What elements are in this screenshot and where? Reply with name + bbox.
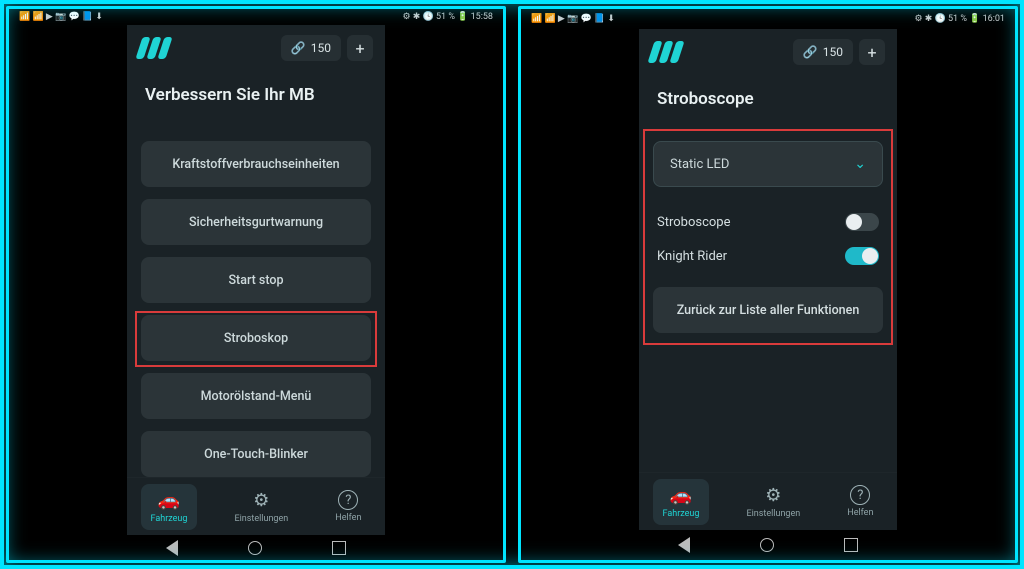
status-bar: 📶 📶 ▶ 📷 💬 📘 ⬇ ⚙ ✱ 🕓 51 % 🔋 16:01 xyxy=(521,9,1015,29)
status-left: 📶 📶 ▶ 📷 💬 📘 ⬇ xyxy=(531,14,615,24)
page-title: Verbessern Sie Ihr MB xyxy=(127,71,385,121)
page-title: Stroboscope xyxy=(639,75,897,125)
toggle-label: Knight Rider xyxy=(657,249,727,264)
list-item-stroboskop[interactable]: Stroboskop xyxy=(141,315,371,361)
nav-label: Einstellungen xyxy=(234,514,288,524)
app-column: 🔗 150 + Verbessern Sie Ihr MB Kraftstoff… xyxy=(127,25,385,535)
status-right: ⚙ ✱ 🕓 51 % 🔋 16:01 xyxy=(914,14,1005,24)
status-right: ⚙ ✱ 🕓 51 % 🔋 15:58 xyxy=(402,12,493,22)
recents-icon[interactable] xyxy=(844,538,858,552)
app-area: 🔗 150 + Verbessern Sie Ihr MB Kraftstoff… xyxy=(9,25,503,535)
back-to-list-button[interactable]: Zurück zur Liste aller Funktionen xyxy=(653,287,883,333)
list-item[interactable]: Sicherheitsgurtwarnung xyxy=(141,199,371,245)
android-system-bar xyxy=(521,530,1015,560)
bottom-nav: 🚗 Fahrzeug ⚙ Einstellungen ? Helfen xyxy=(639,472,897,530)
settings-panel: Static LED ⌄ Stroboscope Knight Rider Zu… xyxy=(639,125,897,472)
nav-vehicle[interactable]: 🚗 Fahrzeug xyxy=(653,479,710,525)
list-item[interactable]: Kraftstoffverbrauchseinheiten xyxy=(141,141,371,187)
home-icon[interactable] xyxy=(760,538,774,552)
nav-settings[interactable]: ⚙ Einstellungen xyxy=(224,484,298,530)
nav-help[interactable]: ? Helfen xyxy=(837,479,883,524)
add-button[interactable]: + xyxy=(347,35,373,61)
toggle-label: Stroboscope xyxy=(657,215,731,230)
bottom-nav: 🚗 Fahrzeug ⚙ Einstellungen ? Helfen xyxy=(127,477,385,535)
gear-icon: ⚙ xyxy=(765,485,781,506)
nav-label: Fahrzeug xyxy=(663,509,700,519)
toggle-row-knight-rider: Knight Rider xyxy=(653,239,883,273)
credits-value: 150 xyxy=(311,41,331,55)
back-icon[interactable] xyxy=(166,540,178,556)
credits-value: 150 xyxy=(823,45,843,59)
toggle-row-stroboscope: Stroboscope xyxy=(653,205,883,239)
app-area: 🔗 150 + Stroboscope Static LED ⌄ Strobos… xyxy=(521,29,1015,530)
status-left: 📶 📶 ▶ 📷 💬 📘 ⬇ xyxy=(19,12,103,22)
home-icon[interactable] xyxy=(248,541,262,555)
app-logo-icon xyxy=(651,41,681,63)
phone-left: 📶 📶 ▶ 📷 💬 📘 ⬇ ⚙ ✱ 🕓 51 % 🔋 15:58 🔗 150 +… xyxy=(6,6,506,563)
toggle-stroboscope[interactable] xyxy=(845,213,879,231)
nav-vehicle[interactable]: 🚗 Fahrzeug xyxy=(141,484,198,530)
toggle-knight-rider[interactable] xyxy=(845,247,879,265)
header-bar: 🔗 150 + xyxy=(127,25,385,71)
car-icon: 🚗 xyxy=(158,490,180,511)
list-item[interactable]: One-Touch-Blinker xyxy=(141,431,371,477)
car-icon: 🚗 xyxy=(670,485,692,506)
add-button[interactable]: + xyxy=(859,39,885,65)
nav-label: Helfen xyxy=(335,513,361,523)
app-logo-icon xyxy=(139,37,169,59)
nav-label: Einstellungen xyxy=(746,509,800,519)
link-icon: 🔗 xyxy=(291,41,306,55)
nav-label: Fahrzeug xyxy=(151,514,188,524)
recents-icon[interactable] xyxy=(332,541,346,555)
chevron-down-icon: ⌄ xyxy=(854,156,866,172)
function-list: Kraftstoffverbrauchseinheiten Sicherheit… xyxy=(127,121,385,477)
credits-chip[interactable]: 🔗 150 xyxy=(793,39,853,65)
credits-chip[interactable]: 🔗 150 xyxy=(281,35,341,61)
list-item[interactable]: Start stop xyxy=(141,257,371,303)
mode-dropdown[interactable]: Static LED ⌄ xyxy=(653,141,883,187)
gear-icon: ⚙ xyxy=(253,490,269,511)
dropdown-value: Static LED xyxy=(670,157,729,172)
help-icon: ? xyxy=(850,485,870,505)
phone-right: 📶 📶 ▶ 📷 💬 📘 ⬇ ⚙ ✱ 🕓 51 % 🔋 16:01 🔗 150 +… xyxy=(518,6,1018,563)
back-icon[interactable] xyxy=(678,537,690,553)
nav-settings[interactable]: ⚙ Einstellungen xyxy=(736,479,810,525)
help-icon: ? xyxy=(338,490,358,510)
nav-help[interactable]: ? Helfen xyxy=(325,484,371,529)
nav-label: Helfen xyxy=(847,508,873,518)
app-column: 🔗 150 + Stroboscope Static LED ⌄ Strobos… xyxy=(639,29,897,530)
link-icon: 🔗 xyxy=(803,45,818,59)
status-bar: 📶 📶 ▶ 📷 💬 📘 ⬇ ⚙ ✱ 🕓 51 % 🔋 15:58 xyxy=(9,9,503,25)
list-item[interactable]: Motorölstand-Menü xyxy=(141,373,371,419)
header-bar: 🔗 150 + xyxy=(639,29,897,75)
android-system-bar xyxy=(9,535,503,560)
